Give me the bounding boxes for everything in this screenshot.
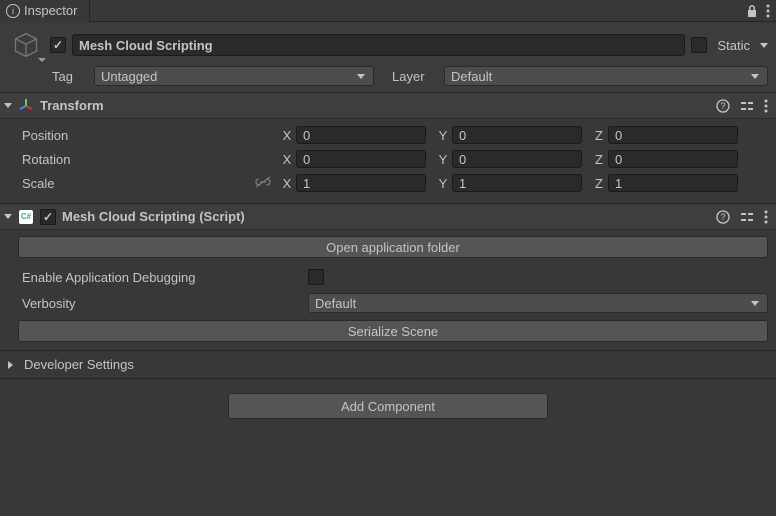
transform-title: Transform [40,98,716,113]
transform-body: Position X Y Z Rotation X Y Z Scale X Y … [0,119,776,204]
layer-value: Default [451,69,492,84]
inspector-tab[interactable]: i Inspector [0,0,90,22]
scale-y-input[interactable] [452,174,582,192]
tag-dropdown[interactable]: Untagged [94,66,374,86]
verbosity-value: Default [315,296,356,311]
gameobject-icon[interactable] [8,30,44,60]
enable-debug-checkbox[interactable] [308,269,324,285]
serialize-scene-button[interactable]: Serialize Scene [18,320,768,342]
script-header[interactable]: C# Mesh Cloud Scripting (Script) ? [0,204,776,230]
position-y-input[interactable] [452,126,582,144]
gameobject-header: Static Tag Untagged Layer Default [0,22,776,93]
scale-z-input[interactable] [608,174,738,192]
inspector-tabbar: i Inspector [0,0,776,22]
scale-link-icon[interactable] [254,176,272,191]
position-x-input[interactable] [296,126,426,144]
transform-header[interactable]: Transform ? [0,93,776,119]
preset-icon[interactable] [740,99,754,113]
layer-dropdown[interactable]: Default [444,66,768,86]
position-z-input[interactable] [608,126,738,144]
info-icon: i [6,4,20,18]
verbosity-dropdown[interactable]: Default [308,293,768,313]
axis-z-label: Z [590,128,608,143]
static-dropdown-arrow[interactable] [760,43,768,48]
script-title: Mesh Cloud Scripting (Script) [62,209,716,224]
rotation-x-input[interactable] [296,150,426,168]
script-foldout-icon[interactable] [4,214,12,219]
component-menu-icon[interactable] [764,210,768,224]
static-checkbox[interactable] [691,37,707,53]
rotation-label: Rotation [8,152,278,167]
lock-icon[interactable] [746,4,758,18]
component-menu-icon[interactable] [764,99,768,113]
developer-foldout-icon[interactable] [8,361,17,369]
script-enabled-checkbox[interactable] [40,209,56,225]
developer-settings-title: Developer Settings [24,357,134,372]
help-icon[interactable]: ? [716,99,730,113]
axis-y-label: Y [434,128,452,143]
scale-label: Scale [8,176,278,191]
preset-icon[interactable] [740,210,754,224]
transform-foldout-icon[interactable] [4,103,12,108]
open-folder-button[interactable]: Open application folder [18,236,768,258]
script-body: Open application folder Enable Applicati… [0,230,776,351]
svg-text:?: ? [720,101,725,111]
rotation-y-input[interactable] [452,150,582,168]
csharp-script-icon: C# [18,209,34,225]
gameobject-active-checkbox[interactable] [50,37,66,53]
kebab-icon[interactable] [766,4,770,18]
static-label: Static [717,38,750,53]
help-icon[interactable]: ? [716,210,730,224]
svg-text:?: ? [720,212,725,222]
tag-value: Untagged [101,69,157,84]
axis-x-label: X [278,128,296,143]
inspector-tab-label: Inspector [24,3,77,18]
position-label: Position [8,128,278,143]
developer-settings-header[interactable]: Developer Settings [0,351,776,379]
tag-label: Tag [52,69,88,84]
transform-icon [18,98,34,114]
verbosity-label: Verbosity [8,296,308,311]
scale-x-input[interactable] [296,174,426,192]
enable-debug-label: Enable Application Debugging [8,270,308,285]
rotation-z-input[interactable] [608,150,738,168]
gameobject-name-input[interactable] [72,34,685,56]
add-component-area: Add Component [0,379,776,433]
add-component-button[interactable]: Add Component [228,393,548,419]
layer-label: Layer [392,69,438,84]
